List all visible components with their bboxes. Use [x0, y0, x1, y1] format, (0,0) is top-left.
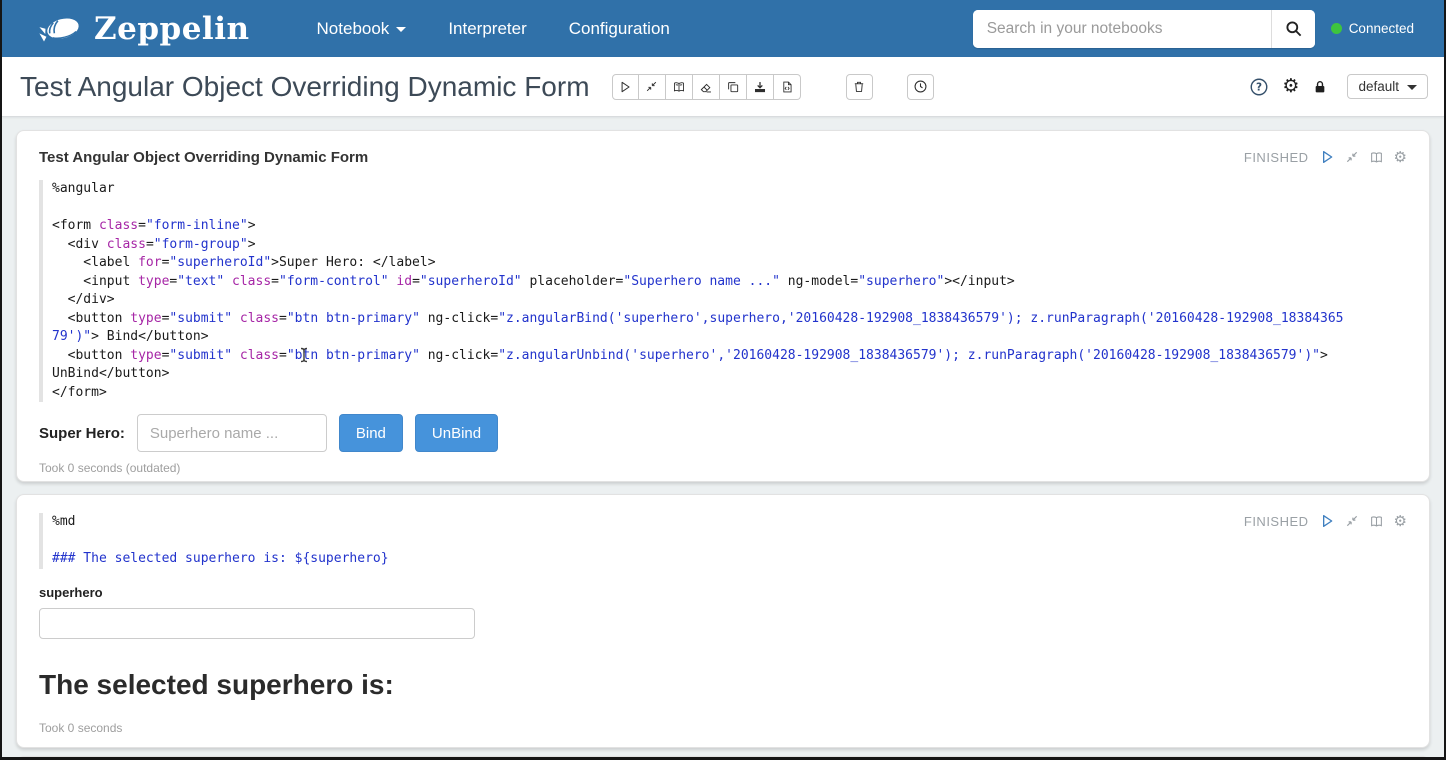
note-toolbar [612, 74, 801, 100]
search-button[interactable] [1271, 10, 1315, 48]
clone-icon [726, 80, 740, 94]
nav-configuration[interactable]: Configuration [548, 19, 691, 39]
note-content: Test Angular Object Overriding Dynamic F… [2, 117, 1444, 760]
paragraph-status-bar: FINISHED ⚙ [1244, 513, 1407, 529]
notebook-search [973, 10, 1315, 48]
run-paragraph-button[interactable] [1319, 149, 1335, 165]
dynamic-form-label: superhero [39, 585, 1407, 600]
note-title: Test Angular Object Overriding Dynamic F… [20, 71, 590, 103]
note-header: Test Angular Object Overriding Dynamic F… [2, 57, 1444, 117]
superhero-input[interactable] [137, 414, 327, 452]
code-editor[interactable]: %md ### The selected superhero is: ${sup… [39, 513, 1244, 569]
zeppelin-app: Zeppelin Notebook Interpreter Configurat… [0, 0, 1446, 760]
unbind-button[interactable]: UnBind [415, 414, 498, 452]
collapse-button[interactable] [639, 74, 666, 100]
status-badge: FINISHED [1244, 514, 1309, 529]
dynamic-form-input[interactable] [39, 608, 475, 639]
scheduler-button[interactable] [907, 74, 934, 100]
paragraph-3-partial [16, 756, 1430, 760]
nav-interpreter[interactable]: Interpreter [427, 19, 547, 39]
main-nav: Notebook Interpreter Configuration [296, 19, 691, 39]
lock-icon [1312, 78, 1328, 96]
note-permissions-button[interactable] [1312, 78, 1328, 96]
navbar: Zeppelin Notebook Interpreter Configurat… [2, 0, 1444, 57]
execution-time: Took 0 seconds (outdated) [39, 461, 1407, 475]
gear-icon: ⚙ [1282, 77, 1299, 96]
angular-output-form: Super Hero: Bind UnBind [39, 414, 1407, 452]
compress-paragraph-button[interactable] [1345, 514, 1359, 528]
show-editor-button[interactable] [1369, 514, 1384, 529]
brand[interactable]: Zeppelin [38, 11, 250, 47]
note-header-right: ? ⚙ default [1249, 74, 1428, 99]
search-icon [1284, 19, 1303, 38]
brand-title: Zeppelin [94, 11, 250, 47]
paragraph-1: Test Angular Object Overriding Dynamic F… [16, 130, 1430, 482]
connection-status: Connected [1331, 21, 1414, 36]
interpreter-binding-button[interactable]: default [1347, 74, 1428, 99]
download-icon [753, 80, 767, 94]
paragraph-settings-gear-icon[interactable]: ⚙ [1394, 150, 1407, 165]
superhero-label: Super Hero: [39, 425, 125, 442]
code-editor[interactable]: %angular <form class="form-inline"> <div… [39, 180, 1407, 402]
export-note-button[interactable] [747, 74, 774, 100]
show-hide-code-button[interactable] [666, 74, 693, 100]
zeppelin-logo-icon [38, 13, 84, 45]
code-file-icon [780, 80, 794, 94]
nav-notebook[interactable]: Notebook [296, 19, 428, 39]
paragraph-settings-gear-icon[interactable]: ⚙ [1394, 514, 1407, 529]
text-cursor [299, 347, 309, 363]
clear-output-button[interactable] [693, 74, 720, 100]
paragraph-2: %md ### The selected superhero is: ${sup… [16, 494, 1430, 748]
trash-icon [852, 79, 866, 94]
run-paragraph-button[interactable] [1319, 513, 1335, 529]
svg-text:?: ? [1256, 81, 1262, 93]
execution-time: Took 0 seconds [39, 721, 1407, 735]
paragraph-title: Test Angular Object Overriding Dynamic F… [39, 149, 368, 166]
run-all-button[interactable] [612, 74, 639, 100]
book-icon [672, 80, 686, 94]
bind-button[interactable]: Bind [339, 414, 403, 452]
play-icon [618, 80, 632, 94]
help-button[interactable]: ? [1249, 77, 1269, 97]
show-editor-button[interactable] [1369, 150, 1384, 165]
status-badge: FINISHED [1244, 150, 1309, 165]
clone-note-button[interactable] [720, 74, 747, 100]
markdown-heading: The selected superhero is: [39, 669, 1407, 701]
delete-note-button[interactable] [846, 74, 873, 100]
compress-icon [645, 80, 658, 93]
caret-down-icon [396, 27, 406, 32]
caret-down-icon [1407, 85, 1417, 90]
code-view-button[interactable] [774, 74, 801, 100]
connected-label: Connected [1349, 21, 1414, 36]
eraser-icon [699, 80, 713, 94]
note-settings-button[interactable]: ⚙ [1282, 77, 1299, 96]
question-circle-icon: ? [1249, 77, 1269, 97]
compress-paragraph-button[interactable] [1345, 150, 1359, 164]
paragraph-status-bar: FINISHED ⚙ [1244, 149, 1407, 165]
search-input[interactable] [973, 10, 1271, 48]
clock-icon [913, 79, 928, 94]
connected-dot-icon [1331, 23, 1342, 34]
